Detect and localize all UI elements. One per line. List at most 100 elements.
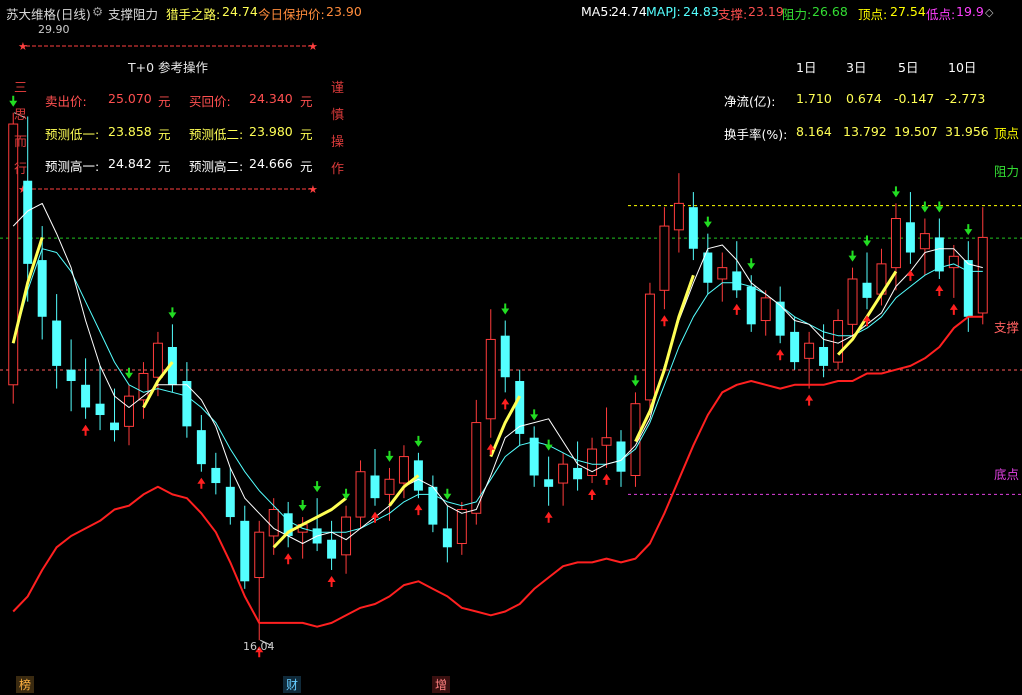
buy-arrow-icon: [588, 489, 597, 501]
support-label: 支撑:: [718, 7, 748, 22]
forecast-high1-unit: 元: [158, 159, 171, 174]
candle-body: [95, 403, 105, 416]
candle-body: [601, 437, 612, 446]
ma5-value: 24.74: [611, 4, 647, 19]
candle-body: [732, 271, 742, 291]
buyback-price-value: 24.340: [249, 91, 293, 106]
candle-body: [775, 301, 785, 336]
resist-label: 阻力:: [782, 7, 812, 22]
forecast-low1-value: 23.858: [108, 124, 152, 139]
candle-body: [529, 437, 539, 476]
settings-gear-icon[interactable]: ⚙: [92, 4, 103, 19]
buy-arrow-icon: [949, 303, 958, 315]
candle-body: [471, 422, 482, 514]
candle-body: [644, 293, 655, 401]
hunter-value: 24.74: [222, 4, 258, 19]
sell-price-unit: 元: [158, 94, 171, 109]
top-level-label: 顶点: [994, 126, 1020, 141]
forecast-low1-label: 预测低一:: [45, 127, 100, 142]
forecast-low1-unit: 元: [158, 127, 171, 142]
sell-arrow-icon: [168, 307, 177, 319]
mapj-value: 24.83: [683, 4, 719, 19]
forecast-low2-value: 23.980: [249, 124, 293, 139]
buy-arrow-icon: [935, 284, 944, 296]
buy-arrow-icon: [197, 477, 206, 489]
netflow-3d: 0.674: [846, 91, 882, 106]
forecast-high2-label: 预测高二:: [189, 159, 244, 174]
candle-body: [384, 478, 395, 495]
buy-arrow-icon: [327, 575, 336, 587]
candle-body: [847, 278, 858, 325]
right-vertical-char: 操: [331, 135, 345, 150]
candle-body: [268, 509, 279, 537]
mapj-label: MAPJ:: [646, 4, 681, 19]
candle-body: [370, 475, 380, 499]
candle-body: [760, 297, 771, 322]
bottom-value: 19.9: [956, 4, 984, 19]
candle-body: [355, 471, 366, 518]
sell-arrow-icon: [920, 201, 929, 213]
sell-arrow-icon: [443, 488, 452, 500]
candle-body: [673, 202, 684, 231]
sell-arrow-icon: [530, 409, 539, 421]
candle-body: [804, 342, 815, 359]
top-label: 顶点:: [858, 7, 888, 22]
bottom-level-label: 底点: [994, 467, 1020, 482]
candle-body: [456, 509, 467, 545]
buyback-price-label: 买回价:: [189, 94, 231, 109]
candle-body: [862, 282, 872, 298]
candle-body: [790, 331, 800, 363]
t0-panel-star-icon: ★: [308, 40, 318, 53]
netflow-label: 净流(亿):: [724, 94, 776, 109]
turnover-3d: 13.792: [843, 124, 887, 139]
turnover-1d: 8.164: [796, 124, 832, 139]
candle-body: [819, 347, 829, 366]
candle-body: [211, 467, 221, 484]
stock-name[interactable]: 苏大维格(日线): [6, 4, 91, 23]
sell-arrow-icon: [964, 224, 973, 236]
buy-arrow-icon: [81, 424, 90, 436]
candle-body: [413, 460, 423, 491]
sell-price-label: 卖出价:: [45, 94, 87, 109]
sell-arrow-icon: [501, 303, 510, 315]
candle-body: [688, 207, 698, 249]
candle-body: [485, 338, 496, 420]
candle-body: [573, 467, 583, 480]
sell-arrow-icon: [414, 435, 423, 447]
resist-value: 26.68: [812, 4, 848, 19]
buy-arrow-icon: [284, 553, 293, 565]
protect-label: 今日保护价:: [258, 7, 325, 22]
candle-body: [254, 531, 265, 579]
finance-badge[interactable]: 财: [283, 676, 302, 693]
increase-badge[interactable]: 增: [432, 676, 451, 693]
protect-value: 23.90: [326, 4, 362, 19]
candle-body: [124, 395, 134, 427]
support-value: 23.19: [748, 4, 784, 19]
netflow-1d: 1.710: [796, 91, 832, 106]
buy-arrow-icon: [501, 398, 510, 410]
period-10d: 10日: [948, 60, 977, 75]
sell-arrow-icon: [703, 216, 712, 228]
candle-body: [746, 286, 756, 325]
indicator-name[interactable]: 支撑阻力: [108, 4, 158, 23]
turnover-5d: 19.507: [894, 124, 938, 139]
low-price-mark: 16.04: [243, 640, 275, 653]
candle-body: [81, 384, 91, 408]
candle-body: [23, 180, 33, 264]
candle-body: [919, 233, 930, 250]
buy-arrow-icon: [544, 511, 553, 523]
sell-arrow-icon: [342, 488, 351, 500]
left-vertical-char: 行: [14, 162, 28, 177]
expand-diamond-icon[interactable]: ◇: [985, 6, 993, 19]
candle-body: [442, 528, 452, 548]
right-vertical-char: 作: [331, 162, 345, 177]
turnover-label: 换手率(%):: [724, 127, 788, 142]
sell-arrow-icon: [747, 258, 756, 270]
candle-body: [500, 335, 510, 378]
buy-arrow-icon: [906, 269, 915, 281]
sell-arrow-icon: [313, 481, 322, 493]
list-badge[interactable]: 榜: [16, 676, 35, 693]
buy-arrow-icon: [371, 511, 379, 523]
candle-body: [905, 222, 915, 253]
candle-body: [890, 218, 901, 269]
